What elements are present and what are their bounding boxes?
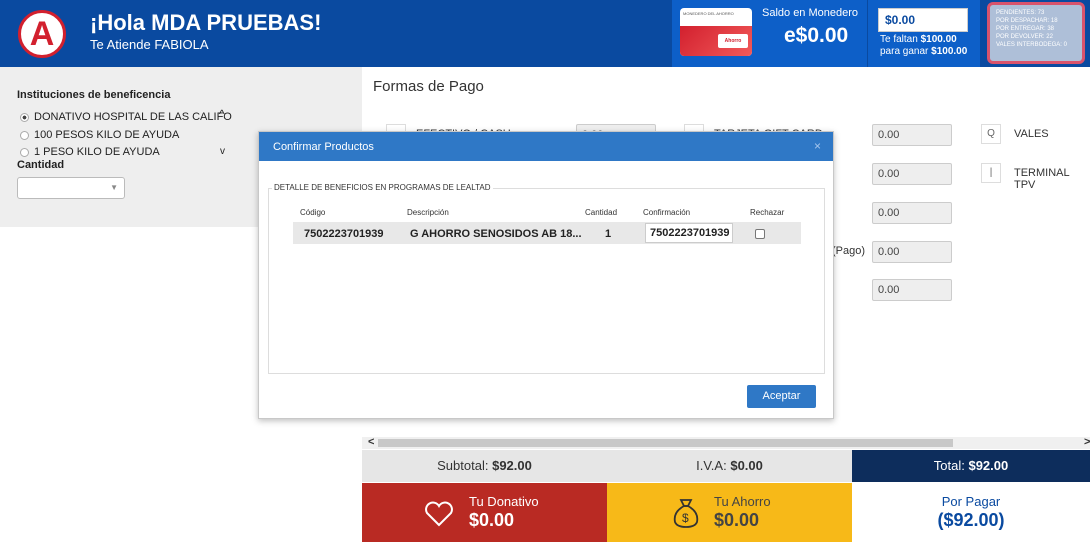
charity-option-label: 1 PESO KILO DE AYUDA [34, 146, 160, 158]
card-brand: Ahorro [718, 34, 748, 48]
loyalty-fieldset [268, 188, 825, 374]
savings-value: $0.00 [714, 510, 760, 530]
to-pay-value: ($92.00) [937, 510, 1005, 530]
card-caption: MONEDERO DEL AHORRO [683, 11, 734, 16]
confirm-products-dialog: Confirmar Productos × DETALLE DE BENEFIC… [258, 131, 834, 419]
goal-reward-prefix: para ganar [880, 46, 932, 57]
iva-value: $0.00 [730, 458, 763, 473]
monedero-value: e$0.00 [784, 24, 849, 47]
total-value: $92.00 [968, 458, 1009, 473]
payment-amount[interactable]: 0.00 [872, 202, 952, 224]
search-icon[interactable]: Q [981, 124, 1001, 144]
payment-amount[interactable]: 0.00 [872, 124, 952, 146]
monedero-label: Saldo en Monedero [762, 7, 859, 19]
scrollbar-thumb[interactable] [378, 439, 953, 447]
terminal-label: TERMINAL TPV [1014, 167, 1070, 191]
col-header-descripcion: Descripción [407, 208, 449, 217]
row-codigo: 7502223701939 [304, 228, 384, 240]
subtotal: Subtotal: $92.00 [362, 450, 607, 482]
status-line: POR ENTREGAR: 38 [996, 26, 1055, 32]
agent-name: Te Atiende FABIOLA [90, 37, 209, 52]
col-header-rechazar: Rechazar [750, 208, 785, 217]
quantity-label: Cantidad [17, 159, 65, 171]
charity-option[interactable]: 100 PESOS KILO DE AYUDA [20, 129, 179, 141]
goal-remaining-amount: $100.00 [920, 34, 957, 45]
orders-status-box[interactable]: PENDIENTES: 73 POR DESPACHAR: 18 POR ENT… [987, 2, 1085, 64]
pago-label: (Pago) [832, 245, 866, 257]
status-line: POR DEVOLVER: 22 [996, 34, 1053, 40]
radio-selected-icon[interactable] [20, 112, 29, 122]
row-descripcion: G AHORRO SENOSIDOS AB 18... [410, 228, 582, 240]
payment-amount[interactable]: 0.00 [872, 163, 952, 185]
list-scroll-up-icon[interactable]: ^ [219, 107, 225, 121]
subtotal-label: Subtotal: [437, 458, 489, 473]
status-line: POR DESPACHAR: 18 [996, 18, 1058, 24]
quantity-select[interactable]: ▼ [17, 177, 125, 199]
donation-value: $0.00 [469, 510, 515, 530]
charity-option[interactable]: DONATIVO HOSPITAL DE LAS CALIFO [20, 111, 232, 123]
goal-reward-amount: $100.00 [931, 46, 968, 57]
goal-value: $0.00 [878, 8, 968, 32]
subtotal-value: $92.00 [492, 458, 532, 473]
charity-option-label: 100 PESOS KILO DE AYUDA [34, 129, 180, 141]
row-cantidad: 1 [605, 228, 612, 240]
heart-icon [425, 501, 453, 527]
loyalty-legend: DETALLE DE BENEFICIOS EN PROGRAMAS DE LE… [272, 183, 493, 192]
status-line: VALES INTERBODEGA: 0 [996, 42, 1067, 48]
charity-option[interactable]: 1 PESO KILO DE AYUDA [20, 146, 160, 158]
dialog-title: Confirmar Productos [273, 141, 374, 153]
goal-remaining-prefix: Te faltan [880, 34, 921, 45]
status-line: PENDIENTES: 73 [996, 10, 1045, 16]
savings-label: Tu Ahorro [714, 494, 771, 509]
total: Total: $92.00 [852, 450, 1090, 482]
scroll-left-icon[interactable]: < [368, 436, 374, 448]
to-pay-box: Por Pagar ($92.00) [852, 483, 1090, 542]
payment-forms-title: Formas de Pago [373, 78, 484, 95]
accept-button[interactable]: Aceptar [747, 385, 816, 408]
iva: I.V.A: $0.00 [607, 450, 852, 482]
goal-reward: para ganar $100.00 [880, 46, 967, 57]
goal-remaining: Te faltan $100.00 [880, 34, 957, 45]
iva-label: I.V.A: [696, 458, 727, 473]
monedero-card-image: MONEDERO DEL AHORRO Ahorro [680, 8, 752, 56]
col-header-codigo: Código [300, 208, 326, 217]
charity-option-label: DONATIVO HOSPITAL DE LAS CALIFO [34, 111, 232, 123]
col-header-cantidad: Cantidad [585, 208, 618, 217]
total-label: Total: [933, 458, 965, 473]
chevron-down-icon: ▼ [110, 183, 118, 192]
donation-box: Tu Donativo $0.00 [362, 483, 607, 542]
radio-icon[interactable] [20, 147, 29, 157]
vales-label: VALES [1014, 128, 1049, 140]
list-scroll-down-icon[interactable]: v [220, 146, 225, 157]
ahorro-logo: A [18, 10, 66, 58]
payment-amount[interactable]: 0.00 [872, 279, 952, 301]
donation-label: Tu Donativo [469, 494, 539, 509]
money-bag-icon: $ [673, 499, 699, 528]
to-pay-label: Por Pagar [941, 494, 1001, 509]
terminal-icon[interactable]: | [981, 163, 1001, 183]
scroll-right-icon[interactable]: > [1084, 436, 1090, 448]
greeting-title: ¡Hola MDA PRUEBAS! [90, 10, 322, 35]
savings-box: $ Tu Ahorro $0.00 [607, 483, 852, 542]
svg-text:$: $ [682, 511, 689, 525]
confirmation-input[interactable]: 7502223701939 [645, 223, 733, 243]
payment-amount[interactable]: 0.00 [872, 241, 952, 263]
col-header-confirmacion: Confirmación [643, 208, 691, 217]
charity-title: Instituciones de beneficencia [17, 89, 171, 101]
logo-letter-icon: A [29, 15, 55, 53]
radio-icon[interactable] [20, 130, 29, 140]
close-icon[interactable]: × [814, 139, 821, 153]
reject-checkbox[interactable] [755, 229, 765, 239]
